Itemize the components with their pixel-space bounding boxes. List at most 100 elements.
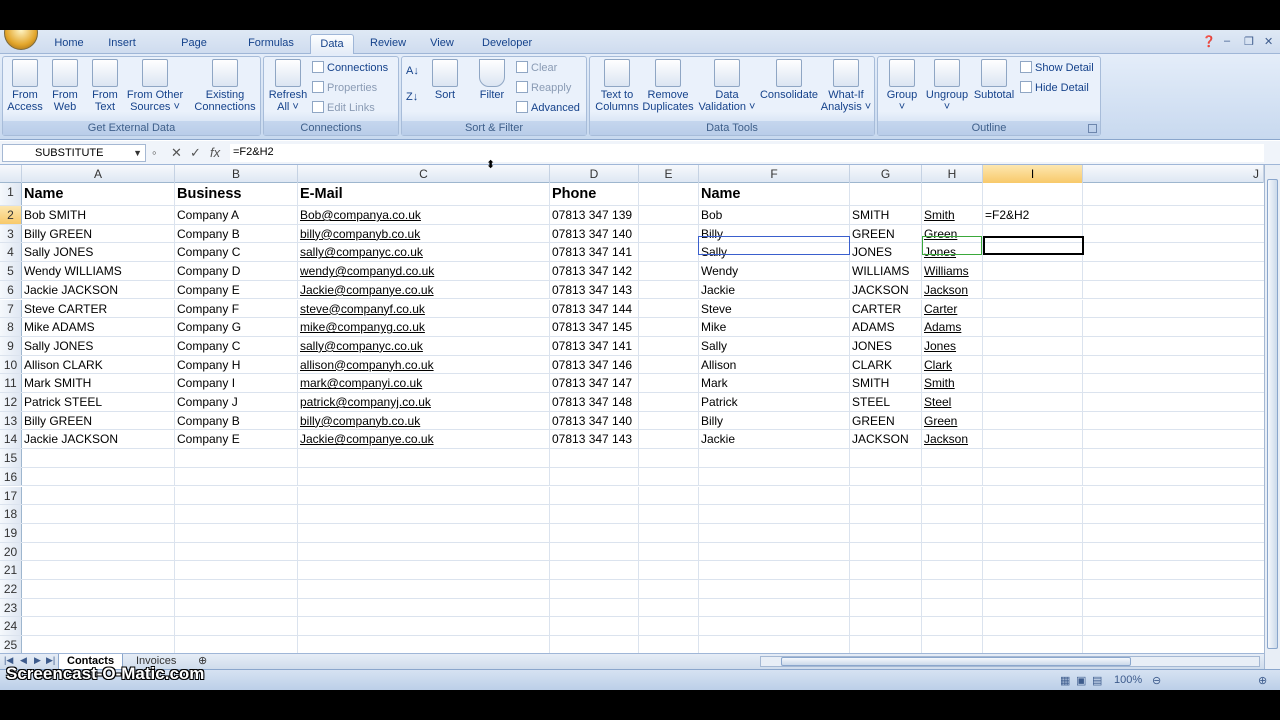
cell-e13[interactable]: [639, 411, 699, 430]
column-header-h[interactable]: H: [922, 165, 983, 183]
cell-f16[interactable]: [699, 467, 850, 486]
column-header-d[interactable]: D: [550, 165, 639, 183]
column-header-b[interactable]: B: [175, 165, 298, 183]
cell-f22[interactable]: [699, 580, 850, 598]
page-break-view-icon[interactable]: ▤: [1092, 674, 1102, 687]
cell-g1[interactable]: [850, 183, 922, 205]
tab-data[interactable]: Data: [310, 34, 354, 54]
cell-g10[interactable]: CLARK: [850, 355, 922, 374]
advanced-button[interactable]: Advanced: [516, 100, 580, 116]
cell-c16[interactable]: [298, 467, 550, 486]
cell-g2[interactable]: SMITH: [850, 206, 922, 224]
tab-formulas[interactable]: Formulas: [240, 34, 302, 54]
cell-d15[interactable]: [550, 449, 639, 467]
cell-c4[interactable]: sally@companyc.co.uk: [298, 243, 550, 262]
what-if-analysis-button[interactable]: What-If Analysis ˅: [820, 59, 872, 113]
properties-button[interactable]: Properties: [312, 80, 377, 96]
row-header[interactable]: 13: [0, 411, 22, 430]
row-header[interactable]: 5: [0, 262, 22, 280]
cell-c15[interactable]: [298, 449, 550, 467]
row-header[interactable]: 14: [0, 430, 22, 449]
cell-i8[interactable]: [983, 318, 1083, 336]
cell-d14[interactable]: 07813 347 143: [550, 430, 639, 449]
office-button-icon[interactable]: [4, 30, 38, 50]
cell-e17[interactable]: [639, 486, 699, 505]
cell-f11[interactable]: Mark: [699, 374, 850, 392]
row-header[interactable]: 16: [0, 467, 22, 486]
cell-f6[interactable]: Jackie: [699, 280, 850, 299]
cell-b8[interactable]: Company G: [175, 318, 298, 336]
cell-c9[interactable]: sally@companyc.co.uk: [298, 336, 550, 355]
cell-g9[interactable]: JONES: [850, 336, 922, 355]
cell-f12[interactable]: Patrick: [699, 393, 850, 411]
cell-h18[interactable]: [922, 505, 983, 523]
cell-b18[interactable]: [175, 505, 298, 523]
zoom-out-icon[interactable]: ⊖: [1152, 674, 1161, 687]
cell-c25[interactable]: [298, 636, 550, 654]
help-icon[interactable]: ❓: [1202, 35, 1216, 48]
cell-g14[interactable]: JACKSON: [850, 430, 922, 449]
clear-button[interactable]: Clear: [516, 60, 557, 76]
cell-a21[interactable]: [22, 561, 175, 579]
cell-f2[interactable]: Bob: [699, 206, 850, 224]
cell-d1[interactable]: Phone: [550, 183, 639, 205]
tab-review[interactable]: Review: [362, 34, 412, 54]
cell-i22[interactable]: [983, 580, 1083, 598]
column-header-a[interactable]: A: [22, 165, 175, 183]
from-other-sources-button[interactable]: From Other Sources ˅: [125, 59, 185, 113]
cell-a13[interactable]: Billy GREEN: [22, 411, 175, 430]
cell-e8[interactable]: [639, 318, 699, 336]
cell-d17[interactable]: [550, 486, 639, 505]
cell-i1[interactable]: [983, 183, 1083, 205]
enter-check-icon[interactable]: ✓: [190, 145, 201, 161]
cell-g24[interactable]: [850, 617, 922, 636]
cell-i9[interactable]: [983, 336, 1083, 355]
text-to-columns-button[interactable]: Text to Columns: [594, 59, 640, 113]
chevron-down-icon[interactable]: ▼: [133, 145, 142, 161]
cell-g25[interactable]: [850, 636, 922, 654]
cell-c18[interactable]: [298, 505, 550, 523]
cell-h12[interactable]: Steel: [922, 393, 983, 411]
cell-e15[interactable]: [639, 449, 699, 467]
cell-d22[interactable]: [550, 580, 639, 598]
cell-f5[interactable]: Wendy: [699, 262, 850, 280]
cell-b4[interactable]: Company C: [175, 243, 298, 262]
cell-e14[interactable]: [639, 430, 699, 449]
cell-g20[interactable]: [850, 542, 922, 561]
cell-g19[interactable]: [850, 523, 922, 542]
cell-i11[interactable]: [983, 374, 1083, 392]
cell-h24[interactable]: [922, 617, 983, 636]
cell-b5[interactable]: Company D: [175, 262, 298, 280]
hide-detail-button[interactable]: Hide Detail: [1020, 80, 1089, 96]
cell-h22[interactable]: [922, 580, 983, 598]
cell-e9[interactable]: [639, 336, 699, 355]
connections-button[interactable]: Connections: [312, 60, 388, 76]
cell-f4[interactable]: Sally: [699, 243, 850, 262]
cell-f13[interactable]: Billy: [699, 411, 850, 430]
cell-g12[interactable]: STEEL: [850, 393, 922, 411]
cell-g22[interactable]: [850, 580, 922, 598]
refresh-all-button[interactable]: Refresh All ˅: [267, 59, 309, 113]
cell-c8[interactable]: mike@companyg.co.uk: [298, 318, 550, 336]
cell-e1[interactable]: [639, 183, 699, 205]
cell-a15[interactable]: [22, 449, 175, 467]
cell-f9[interactable]: Sally: [699, 336, 850, 355]
filter-button[interactable]: Filter: [474, 59, 510, 101]
cell-e2[interactable]: [639, 206, 699, 224]
close-icon[interactable]: ✕: [1264, 35, 1273, 48]
cell-f14[interactable]: Jackie: [699, 430, 850, 449]
minimize-icon[interactable]: –: [1224, 35, 1230, 47]
cell-h19[interactable]: [922, 523, 983, 542]
tab-home[interactable]: Home: [46, 34, 92, 54]
ungroup-button[interactable]: Ungroup ˅: [922, 59, 972, 113]
cell-h20[interactable]: [922, 542, 983, 561]
cell-h16[interactable]: [922, 467, 983, 486]
cell-a25[interactable]: [22, 636, 175, 654]
cell-a5[interactable]: Wendy WILLIAMS: [22, 262, 175, 280]
cell-c3[interactable]: billy@companyb.co.uk: [298, 224, 550, 243]
row-header[interactable]: 17: [0, 486, 22, 505]
cell-a3[interactable]: Billy GREEN: [22, 224, 175, 243]
cell-b20[interactable]: [175, 542, 298, 561]
cell-g7[interactable]: CARTER: [850, 299, 922, 318]
cell-d25[interactable]: [550, 636, 639, 654]
